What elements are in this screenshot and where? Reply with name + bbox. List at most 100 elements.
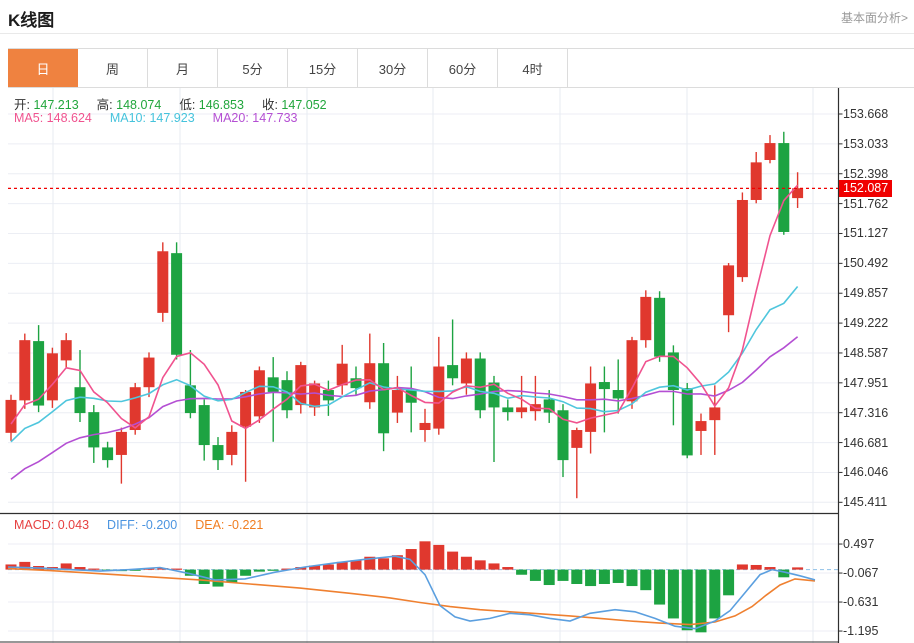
macd-bar[interactable] (502, 567, 514, 570)
candle-body[interactable] (19, 340, 31, 401)
legend-item: DEA: -0.221 (195, 518, 264, 532)
tab-30min[interactable]: 30分 (358, 49, 428, 87)
candle-body[interactable] (709, 407, 721, 421)
candle-body[interactable] (447, 365, 459, 379)
candle-body[interactable] (626, 340, 638, 402)
kline-macd-chart[interactable] (0, 88, 914, 643)
candle-body[interactable] (681, 388, 693, 456)
macd-bar[interactable] (253, 569, 265, 572)
candle-body[interactable] (667, 352, 679, 391)
candle-body[interactable] (543, 399, 555, 413)
fundamental-analysis-link[interactable]: 基本面分析> (841, 9, 908, 26)
tab-60min[interactable]: 60分 (428, 49, 498, 87)
candle-body[interactable] (502, 407, 514, 413)
candle-body[interactable] (695, 421, 707, 431)
macd-bar[interactable] (529, 569, 541, 581)
candle-body[interactable] (516, 407, 528, 413)
macd-bar[interactable] (322, 564, 334, 570)
candle-body[interactable] (764, 143, 776, 161)
candle-body[interactable] (212, 445, 224, 461)
price-axis-label: 151.127 (843, 226, 889, 241)
macd-bar[interactable] (736, 564, 748, 570)
candle-body[interactable] (74, 387, 86, 414)
macd-bar[interactable] (419, 541, 431, 570)
macd-bar[interactable] (681, 569, 693, 631)
candle-body[interactable] (419, 422, 431, 431)
tab-15min[interactable]: 15分 (288, 49, 358, 87)
macd-bar[interactable] (750, 564, 762, 570)
macd-bar[interactable] (88, 568, 100, 570)
macd-bar[interactable] (640, 569, 652, 591)
macd-bar[interactable] (226, 569, 238, 583)
macd-bar[interactable] (626, 569, 638, 587)
candle-body[interactable] (198, 405, 210, 446)
candle-body[interactable] (157, 251, 169, 313)
candle-body[interactable] (378, 363, 390, 434)
legend-item: 高: 148.074 (96, 98, 162, 112)
price-axis-label: 146.046 (843, 465, 889, 480)
candle-body[interactable] (557, 410, 569, 461)
macd-bar[interactable] (709, 569, 721, 619)
candle-body[interactable] (612, 390, 624, 399)
macd-bar[interactable] (350, 560, 362, 570)
candle-body[interactable] (654, 297, 666, 357)
chart-area[interactable]: 开: 147.213 高: 148.074 低: 146.853 收: 147.052… (0, 88, 914, 643)
macd-bar[interactable] (488, 563, 500, 570)
candle-body[interactable] (115, 431, 127, 455)
macd-bar[interactable] (267, 569, 279, 571)
price-axis-label: 147.316 (843, 405, 889, 420)
candle-body[interactable] (5, 399, 17, 433)
candle-body[interactable] (46, 353, 58, 401)
legend-item: MACD: 0.043 (14, 518, 90, 532)
candle-body[interactable] (391, 390, 403, 413)
macd-bar[interactable] (612, 569, 624, 583)
macd-bar[interactable] (447, 551, 459, 570)
macd-bar[interactable] (585, 569, 597, 587)
tab-day[interactable]: 日 (8, 49, 78, 87)
tab-week[interactable]: 周 (78, 49, 148, 87)
macd-bar[interactable] (571, 569, 583, 584)
macd-bar[interactable] (654, 569, 666, 605)
macd-bar[interactable] (378, 558, 390, 570)
price-axis-label: 153.033 (843, 136, 889, 151)
candle-body[interactable] (460, 358, 472, 384)
tab-5min[interactable]: 5分 (218, 49, 288, 87)
macd-bar[interactable] (598, 569, 610, 584)
price-axis-label: 145.411 (843, 495, 888, 510)
macd-bar[interactable] (792, 567, 804, 570)
macd-bar[interactable] (212, 569, 224, 587)
candle-body[interactable] (598, 382, 610, 390)
candle-body[interactable] (723, 265, 735, 316)
candle-body[interactable] (571, 430, 583, 448)
candle-body[interactable] (143, 357, 155, 388)
candle-body[interactable] (336, 363, 348, 386)
macd-axis-label: -1.195 (843, 624, 879, 639)
candle-body[interactable] (226, 431, 238, 455)
candle-body[interactable] (88, 412, 100, 448)
candle-body[interactable] (474, 358, 486, 411)
macd-axis-label: -0.631 (843, 595, 879, 610)
candle-body[interactable] (736, 199, 748, 278)
candle-body[interactable] (171, 253, 183, 355)
candle-body[interactable] (640, 296, 652, 341)
candle-body[interactable] (267, 377, 279, 392)
macd-bar[interactable] (433, 544, 445, 570)
macd-bar[interactable] (723, 569, 735, 596)
candle-body[interactable] (309, 383, 321, 408)
legend-item: MA20: 147.733 (212, 111, 298, 125)
macd-bar[interactable] (557, 569, 569, 581)
tab-month[interactable]: 月 (148, 49, 218, 87)
candle-body[interactable] (102, 447, 114, 461)
macd-bar[interactable] (516, 569, 528, 575)
macd-bar[interactable] (240, 569, 252, 576)
macd-bar[interactable] (474, 560, 486, 570)
tab-4hour[interactable]: 4时 (498, 49, 568, 87)
macd-bar[interactable] (543, 569, 555, 586)
price-axis-label: 146.681 (843, 435, 889, 450)
macd-bar[interactable] (667, 569, 679, 619)
candle-body[interactable] (778, 143, 790, 232)
candle-body[interactable] (750, 162, 762, 200)
macd-bar[interactable] (460, 556, 472, 570)
legend-item: 开: 147.213 (14, 98, 79, 112)
candle-body[interactable] (60, 340, 72, 361)
